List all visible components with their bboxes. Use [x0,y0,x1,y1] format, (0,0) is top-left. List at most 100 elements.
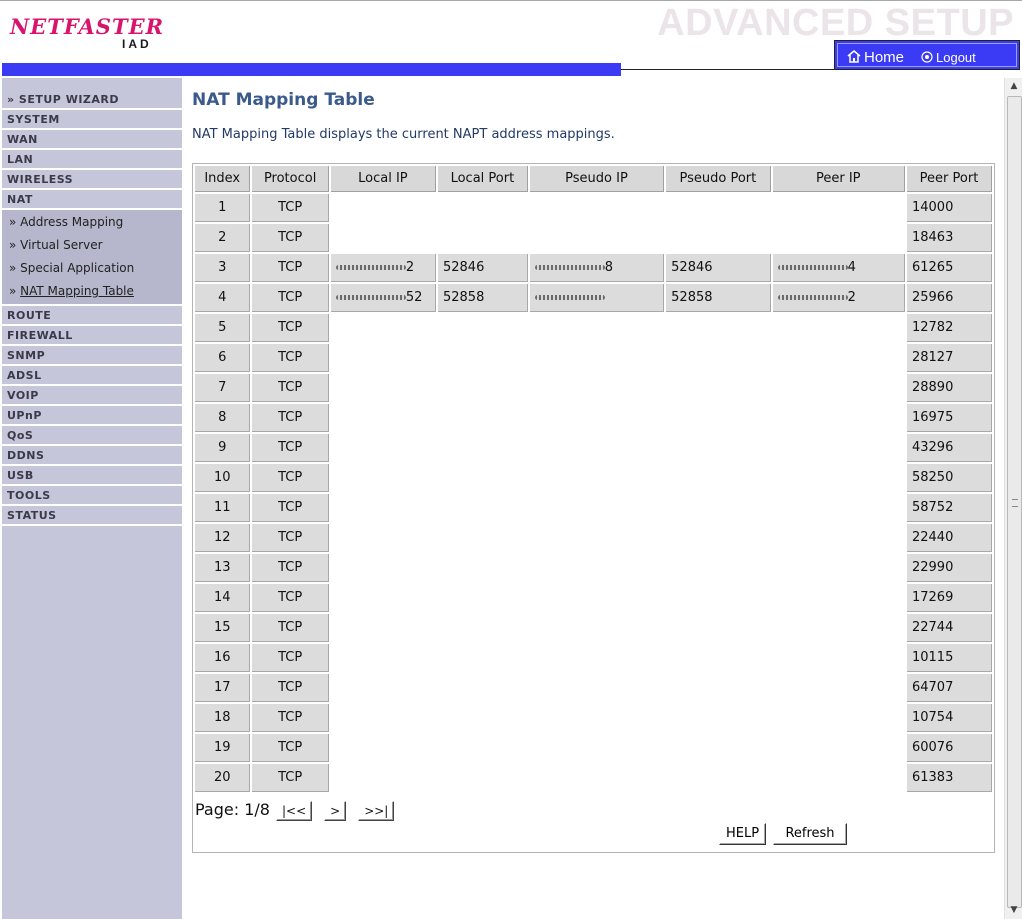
logout-link[interactable]: Logout [921,50,976,66]
cell-index: 4 [195,284,251,312]
cell-pseudo-ip [529,344,665,372]
cell-peer-port: 22990 [906,554,992,582]
scrollbar-thumb[interactable] [1007,96,1022,908]
cell-local-port [437,674,528,702]
cell-local-ip [330,434,436,462]
redacted-ip-mark [777,295,848,300]
cell-protocol: TCP [252,434,329,462]
scroll-up-icon[interactable]: ▲ [1005,78,1022,95]
cell-protocol: TCP [252,254,329,282]
table-row: 3 TCP 2 52846 8 52846 4 61265 [195,254,992,282]
sidebar-sub-address-mapping[interactable]: » Address Mapping [2,210,182,233]
cell-peer-port: 22440 [906,524,992,552]
cell-index: 19 [195,734,251,762]
cell-local-ip [330,194,436,222]
sidebar-item-status[interactable]: STATUS [2,506,182,526]
help-button[interactable]: HELP [719,823,767,845]
table-row: 17 TCP 64707 [195,674,992,702]
header: NETFASTER IAD ADVANCED SETUP Home Logout [0,0,1022,78]
cell-local-ip [330,524,436,552]
first-page-button[interactable]: |<< [275,800,313,821]
cell-protocol: TCP [252,374,329,402]
cell-local-ip: 52 [330,284,436,312]
sidebar-item-nat[interactable]: NAT [2,190,182,210]
cell-index: 20 [195,764,251,792]
ip-tail: 52 [405,290,423,305]
table-body: 1 TCP 14000 2 TCP 18463 3 TCP 2 52846 8 52846 4 61265… [195,194,992,792]
cell-local-port [437,434,528,462]
cell-index: 8 [195,404,251,432]
cell-pseudo-ip [529,404,665,432]
redacted-ip-mark [534,295,605,300]
sidebar-item-voip[interactable]: VOIP [2,386,182,406]
cell-peer-ip [772,704,905,732]
cell-peer-ip [772,224,905,252]
cell-pseudo-ip [529,584,665,612]
cell-local-port [437,554,528,582]
cell-peer-ip [772,194,905,222]
sidebar-item-tools[interactable]: TOOLS [2,486,182,506]
cell-index: 9 [195,434,251,462]
cell-local-ip [330,404,436,432]
cell-pseudo-port [666,764,771,792]
cell-local-ip [330,584,436,612]
sidebar-item-lan[interactable]: LAN [2,150,182,170]
banner-title: ADVANCED SETUP [657,2,1014,44]
table-row: 10 TCP 58250 [195,464,992,492]
cell-pseudo-ip [529,614,665,642]
sidebar-item-system[interactable]: SYSTEM [2,110,182,130]
scroll-down-icon[interactable]: ▼ [1005,902,1022,919]
logo-brand: NETFASTER [10,14,165,39]
cell-peer-port: 14000 [906,194,992,222]
next-page-button[interactable]: > [324,800,347,821]
sidebar-item-upnp[interactable]: UPnP [2,406,182,426]
logout-label: Logout [936,50,976,65]
cell-protocol: TCP [252,524,329,552]
cell-protocol: TCP [252,344,329,372]
cell-pseudo-ip [529,374,665,402]
cell-protocol: TCP [252,194,329,222]
sidebar-item-setup-wizard[interactable]: » SETUP WIZARD [2,90,182,110]
cell-local-port: 52858 [437,284,528,312]
sidebar-sub-nat-mapping-table[interactable]: » NAT Mapping Table [2,279,182,302]
sidebar-item-wireless[interactable]: WIRELESS [2,170,182,190]
cell-index: 14 [195,584,251,612]
sidebar-item-ddns[interactable]: DDNS [2,446,182,466]
sidebar-sub-prefix: » [9,284,21,298]
sidebar-sub-virtual-server[interactable]: » Virtual Server [2,233,182,256]
table-row: 5 TCP 12782 [195,314,992,342]
cell-peer-ip [772,434,905,462]
last-page-button[interactable]: >>| [358,800,395,821]
sidebar-item-route[interactable]: ROUTE [2,306,182,326]
sidebar-item-usb[interactable]: USB [2,466,182,486]
cell-peer-ip [772,584,905,612]
cell-index: 11 [195,494,251,522]
cell-index: 15 [195,614,251,642]
sidebar-item-snmp[interactable]: SNMP [2,346,182,366]
cell-pseudo-port: 52858 [666,284,771,312]
cell-pseudo-ip [529,194,665,222]
vertical-scrollbar[interactable]: ▲ ▼ [1004,78,1022,919]
cell-local-port [437,584,528,612]
cell-local-port [437,644,528,672]
cell-protocol: TCP [252,764,329,792]
home-label: Home [864,49,905,66]
cell-peer-port: 58752 [906,494,992,522]
cell-local-port [437,614,528,642]
cell-index: 16 [195,644,251,672]
cell-local-port [437,344,528,372]
page-indicator: Page: 1/8 [195,800,270,819]
table-row: 8 TCP 16975 [195,404,992,432]
cell-local-ip [330,734,436,762]
sidebar-item-adsl[interactable]: ADSL [2,366,182,386]
cell-pseudo-port [666,464,771,492]
sidebar-item-wan[interactable]: WAN [2,130,182,150]
cell-pseudo-ip [529,284,665,312]
sidebar-sub-special-application[interactable]: » Special Application [2,256,182,279]
home-link[interactable]: Home [847,49,904,67]
cell-local-ip [330,674,436,702]
top-nav: Home Logout [834,40,1020,70]
refresh-button[interactable]: Refresh [773,823,847,845]
sidebar-item-qos[interactable]: QoS [2,426,182,446]
sidebar-item-firewall[interactable]: FIREWALL [2,326,182,346]
